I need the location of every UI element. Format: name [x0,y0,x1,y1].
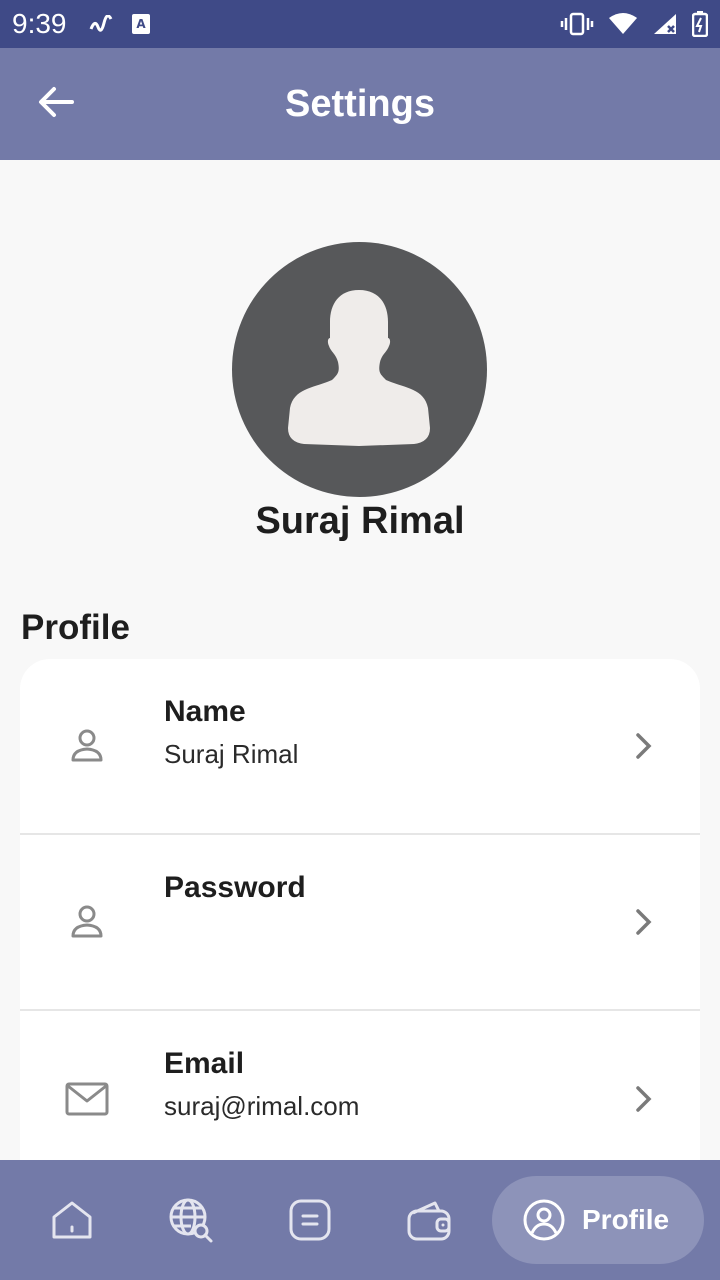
svg-text:A: A [136,17,146,31]
user-icon [64,723,110,769]
nav-profile-label: Profile [582,1204,670,1235]
nav-wallet[interactable] [393,1184,465,1256]
status-bar: 9:39 A [0,0,720,48]
app-bar: Settings [0,48,720,160]
settings-content[interactable]: Suraj Rimal Profile Name Suraj Rimal Pas… [0,160,720,1160]
globe-search-icon [169,1198,213,1243]
nav-profile-active[interactable]: Profile [492,1176,704,1264]
nav-explore[interactable] [155,1184,227,1256]
row-value: suraj@rimal.com [164,1091,360,1121]
settings-row-name[interactable]: Name Suraj Rimal [20,659,700,835]
profile-settings-card: Name Suraj Rimal Password Email suraj@ri… [20,659,700,1160]
back-button[interactable] [28,76,84,132]
page-title: Settings [285,82,435,125]
bottom-navigation: Profile [0,1160,720,1280]
settings-row-email[interactable]: Email suraj@rimal.com [20,1011,700,1160]
battery-icon [692,11,708,37]
mail-icon [64,1076,110,1122]
section-title: Profile [21,608,130,647]
chevron-right-icon [632,1083,656,1115]
arrow-left-icon [38,86,74,123]
user-icon [64,899,110,945]
wifi-icon [608,12,638,36]
avatar[interactable] [232,242,487,497]
cell-signal-icon [652,12,678,36]
row-label: Email [164,1047,245,1080]
wallet-icon [407,1201,451,1241]
person-silhouette-icon [288,290,430,446]
status-time: 9:39 [12,8,67,39]
chevron-right-icon [632,730,656,762]
profile-icon [523,1199,565,1241]
nav-home[interactable] [36,1184,108,1256]
vibrate-icon [560,12,594,36]
keyboard-a-icon: A [131,13,151,35]
nav-documents[interactable] [274,1184,346,1256]
row-label: Name [164,695,246,728]
chevron-right-icon [632,906,656,938]
profile-name: Suraj Rimal [255,500,465,542]
home-icon [52,1201,92,1239]
row-label: Password [164,871,306,904]
signal-wave-icon [89,15,115,33]
document-icon [289,1199,331,1241]
settings-row-password[interactable]: Password [20,835,700,1011]
row-value: Suraj Rimal [164,739,299,769]
